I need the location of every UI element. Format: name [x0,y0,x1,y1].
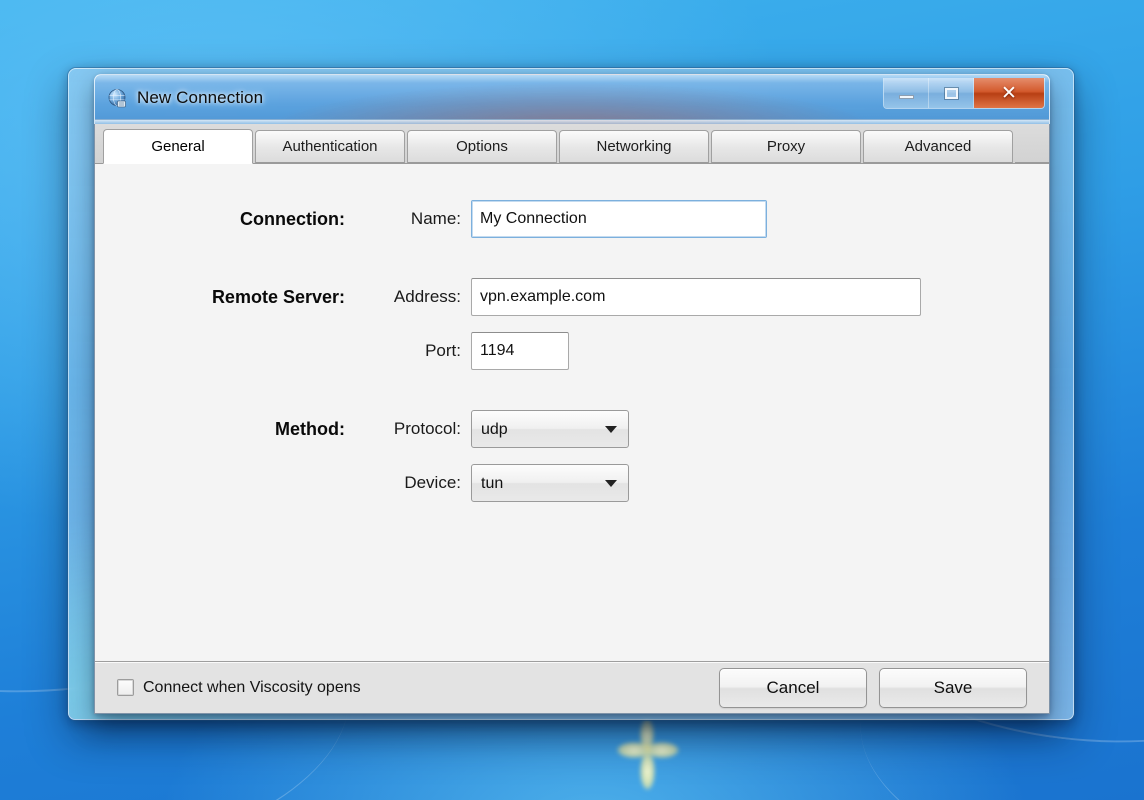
method-device-row: Device: tun tap [95,464,1049,502]
tab-label: Proxy [766,138,806,155]
close-button[interactable]: ✕ [974,78,1044,108]
maximize-button[interactable] [929,78,974,108]
device-label: Device: [404,473,461,492]
protocol-select[interactable]: udp tcp [471,410,629,448]
save-button[interactable]: Save [879,667,1027,708]
window-controls: ✕ [883,78,1045,109]
connection-row: Connection: Name: [95,200,1049,238]
device-select[interactable]: tun tap [471,464,629,502]
remote-server-port-row: Port: [95,332,1049,370]
tab-proxy[interactable]: Proxy [711,130,861,163]
minimize-icon [898,95,914,99]
row-spacer [95,316,1049,332]
tab-label: Advanced [904,138,972,155]
address-label: Address: [393,287,461,306]
name-label: Name: [410,209,461,228]
protocol-label: Protocol: [393,419,461,438]
tab-options[interactable]: Options [407,130,557,163]
tab-bar-filler [1015,130,1049,163]
server-address-input[interactable] [471,278,921,316]
tab-authentication[interactable]: Authentication [255,130,405,163]
window-title: New Connection [137,88,264,107]
cancel-button[interactable]: Cancel [719,667,867,708]
row-spacer [95,370,1049,410]
dialog-footer: Connect when Viscosity opens Cancel Save [95,661,1049,713]
tab-label: Options [456,138,508,155]
device-select-wrapper: tun tap [471,464,629,502]
dialog-titlebar[interactable]: New Connection ✕ [94,74,1050,124]
connection-name-input[interactable] [471,200,767,238]
general-tab-panel: Connection: Name: Remote Server: Address… [95,164,1049,662]
connection-group-label: Connection: [240,208,345,229]
tab-networking[interactable]: Networking [559,130,709,163]
globe-network-icon [108,89,126,108]
tab-label: Networking [596,138,672,155]
close-icon: ✕ [1001,82,1017,104]
connect-on-open-label: Connect when Viscosity opens [143,678,361,696]
method-protocol-row: Method: Protocol: udp tcp [95,410,1049,448]
row-spacer [95,448,1049,464]
dialog-body: General Authentication Options Networkin… [94,124,1050,714]
protocol-select-wrapper: udp tcp [471,410,629,448]
footer-buttons: Cancel Save [719,667,1027,708]
method-group-label: Method: [275,418,345,439]
server-port-input[interactable] [471,332,569,370]
maximize-icon [944,87,958,99]
windows-logo-glow [610,718,686,792]
new-connection-dialog: New Connection ✕ General Authentication … [94,74,1050,714]
tab-label: Authentication [282,138,378,155]
desktop-background: New Connection ✕ General Authentication … [0,0,1144,800]
connect-on-open-checkbox-row[interactable]: Connect when Viscosity opens [117,679,361,697]
row-spacer [95,238,1049,278]
tab-advanced[interactable]: Advanced [863,130,1013,163]
remote-server-group-label: Remote Server: [211,286,345,307]
tab-bar: General Authentication Options Networkin… [95,124,1049,164]
port-label: Port: [425,341,461,360]
tab-general[interactable]: General [103,129,253,164]
connect-on-open-checkbox[interactable] [117,679,134,696]
minimize-button[interactable] [884,78,929,108]
remote-server-address-row: Remote Server: Address: [95,278,1049,316]
tab-label: General [151,138,205,155]
